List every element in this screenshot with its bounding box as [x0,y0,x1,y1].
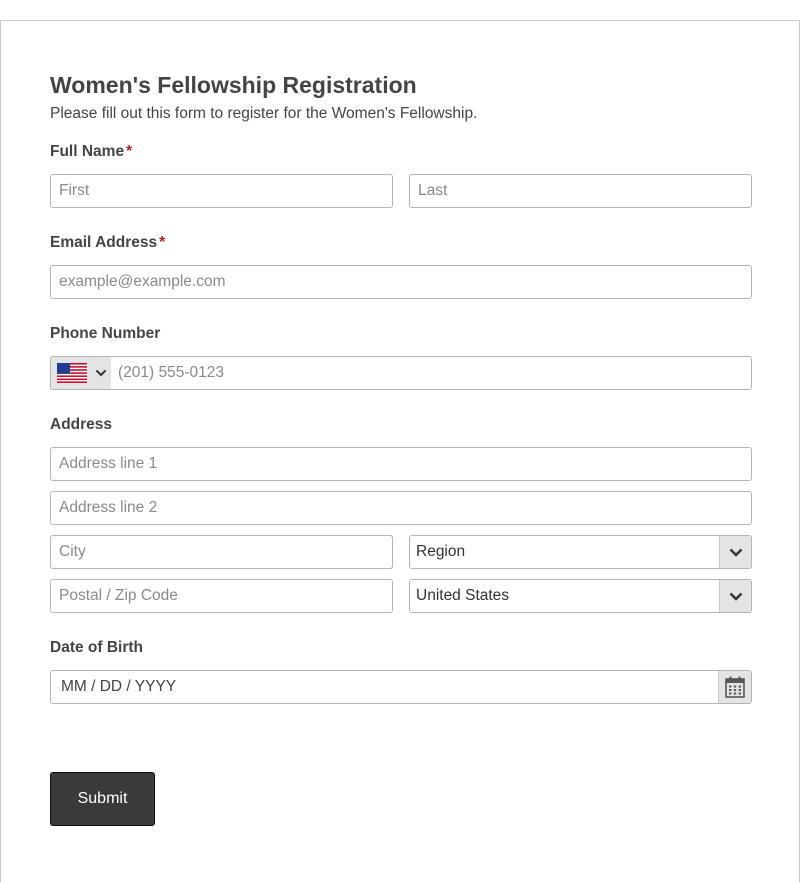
address-line2-input[interactable] [50,491,752,525]
first-name-input[interactable] [50,174,393,208]
calendar-button[interactable] [718,671,751,703]
last-name-input[interactable] [409,174,752,208]
dob-input[interactable] [51,671,718,703]
form-title: Women's Fellowship Registration [50,72,417,98]
phone-field [50,356,752,390]
city-input[interactable] [50,535,393,569]
email-label: Email Address * [50,234,165,252]
postal-code-input[interactable] [50,579,393,613]
country-dropdown-button[interactable] [719,580,751,612]
region-select-value: Region [416,543,466,560]
us-flag-icon [57,363,87,383]
form-description: Please fill out this form to register fo… [50,105,478,122]
region-dropdown-button[interactable] [719,536,751,568]
submit-button[interactable]: Submit [50,772,155,826]
full-name-label: Full Name * [50,143,132,161]
full-name-label-text: Full Name [50,143,125,160]
phone-input[interactable] [111,357,751,389]
form-card: Women's Fellowship Registration Please f… [0,20,800,882]
required-mark: * [126,143,133,160]
required-mark: * [159,234,166,251]
calendar-icon [725,676,745,698]
region-select[interactable]: Region [409,535,752,569]
address-line1-input[interactable] [50,447,752,481]
email-label-text: Email Address [50,234,158,251]
country-code-selector[interactable] [51,357,111,389]
dob-field [50,670,752,704]
dob-label: Date of Birth [50,639,143,656]
country-select[interactable]: United States [409,579,752,613]
phone-label: Phone Number [50,325,161,342]
country-select-value: United States [416,587,510,604]
email-input[interactable] [50,265,752,299]
chevron-down-icon [95,369,107,377]
chevron-down-icon [729,548,742,557]
address-label: Address [50,416,113,433]
chevron-down-icon [729,592,742,601]
